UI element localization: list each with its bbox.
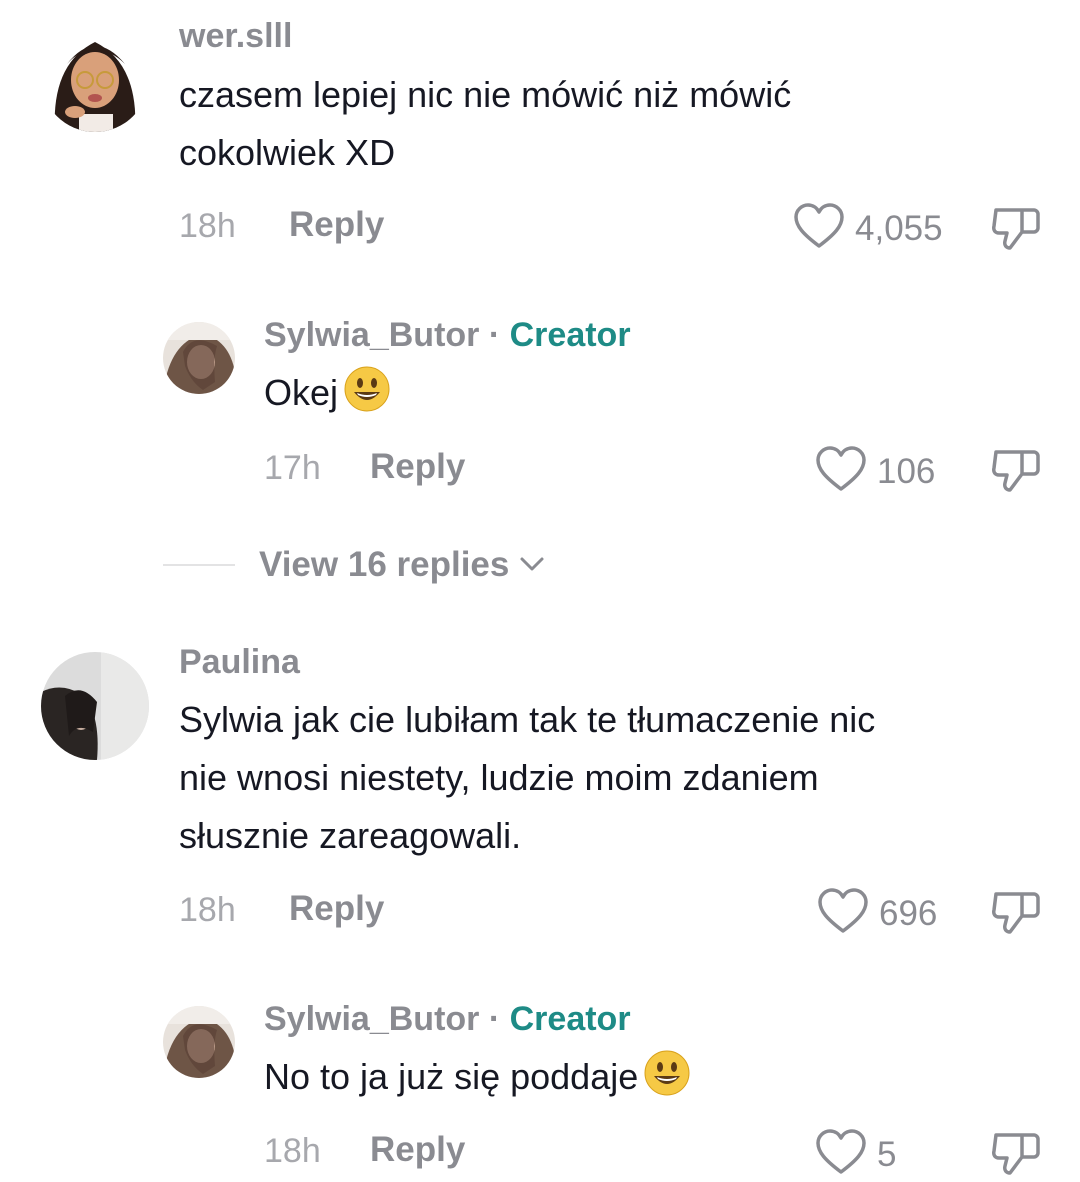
reply-button[interactable]: Reply (370, 447, 465, 487)
dislike-icon[interactable] (990, 446, 1042, 499)
heart-icon (793, 202, 845, 255)
comment-text-line: Sylwia jak cie lubiłam tak te tłumaczeni… (179, 699, 876, 740)
comment-text: czasem lepiej nic nie mówić niż mówić co… (179, 66, 791, 182)
like-count: 696 (879, 893, 938, 933)
avatar[interactable] (41, 652, 149, 760)
username-text: Sylwia_Butor (264, 1000, 480, 1038)
comment-text: No to ja już się poddaje (264, 1048, 690, 1113)
like-count: 106 (877, 451, 936, 491)
comment-text-line: No to ja już się poddaje (264, 1056, 639, 1097)
comment-username[interactable]: wer.slll (179, 16, 292, 56)
username-text: Sylwia_Butor (264, 316, 480, 354)
creator-badge: Creator (509, 316, 631, 354)
reply-button[interactable]: Reply (289, 205, 384, 245)
smiley-emoji-icon (344, 366, 390, 429)
comment-text-line: Okej (264, 372, 339, 413)
like-count: 4,055 (855, 208, 943, 248)
avatar[interactable] (163, 1006, 235, 1078)
dislike-icon[interactable] (990, 888, 1042, 941)
divider (163, 564, 235, 566)
like-button[interactable]: 5 (815, 1128, 896, 1181)
chevron-down-icon (519, 556, 545, 577)
reply-button[interactable]: Reply (370, 1130, 465, 1170)
avatar[interactable] (41, 24, 149, 132)
heart-icon (815, 445, 867, 498)
reply-button[interactable]: Reply (289, 889, 384, 929)
comment-username[interactable]: Paulina (179, 642, 300, 682)
creator-separator: · (488, 1000, 501, 1038)
comment-text-line: czasem lepiej nic nie mówić niż mówić (179, 74, 792, 115)
comment-username[interactable]: Sylwia_Butor · Creator (264, 315, 631, 355)
comment-text-line: nie wnosi niestety, ludzie moim zdaniem (179, 757, 819, 798)
comment-text: Okej (264, 364, 390, 429)
heart-icon (817, 887, 869, 940)
comment-text-line: cokolwiek XD (179, 132, 396, 173)
creator-badge: Creator (509, 1000, 631, 1038)
dislike-icon[interactable] (990, 204, 1042, 257)
comment-text: Sylwia jak cie lubiłam tak te tłumaczeni… (179, 691, 875, 865)
comment-time: 18h (179, 207, 236, 245)
view-replies-label: View 16 replies (259, 545, 510, 584)
like-count: 5 (877, 1134, 897, 1174)
like-button[interactable]: 106 (815, 445, 935, 498)
comment-time: 18h (179, 891, 236, 929)
like-button[interactable]: 4,055 (793, 202, 943, 255)
smiley-emoji-icon (644, 1050, 690, 1113)
view-replies-button[interactable]: View 16 replies (163, 545, 545, 585)
comment-time: 18h (264, 1132, 321, 1170)
avatar[interactable] (163, 322, 235, 394)
dislike-icon[interactable] (990, 1129, 1042, 1182)
heart-icon (815, 1128, 867, 1181)
creator-separator: · (488, 316, 501, 354)
comment-username[interactable]: Sylwia_Butor · Creator (264, 999, 631, 1039)
comment-time: 17h (264, 449, 321, 487)
like-button[interactable]: 696 (817, 887, 937, 940)
comment-text-line: słusznie zareagowali. (179, 815, 522, 856)
